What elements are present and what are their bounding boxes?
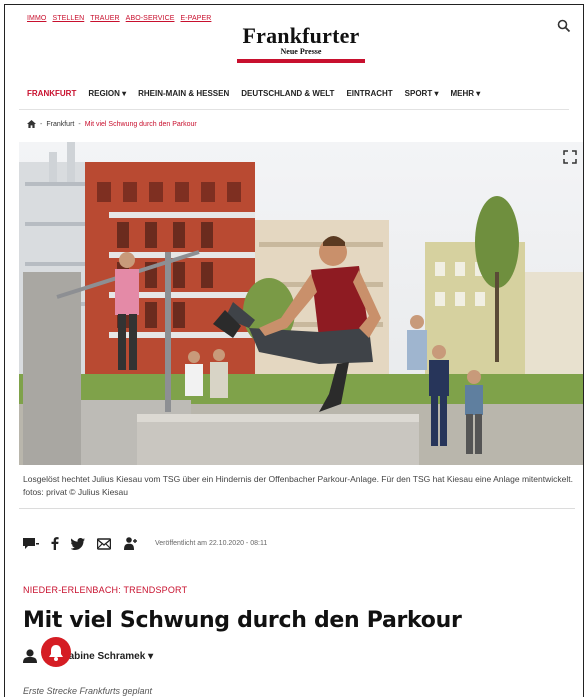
nav-item-mehr[interactable]: MEHR ▾ [450, 89, 480, 98]
header: IMMO STELLEN TRAUER ABO-SERVICE E-PAPER … [5, 5, 583, 77]
nav-divider [19, 109, 569, 110]
article-teaser: Erste Strecke Frankfurts geplant [23, 686, 153, 696]
page: IMMO STELLEN TRAUER ABO-SERVICE E-PAPER … [4, 4, 584, 697]
bell-icon [49, 645, 63, 661]
top-link-abo-service[interactable]: ABO-SERVICE [126, 15, 175, 22]
nav-item-frankfurt[interactable]: FRANKFURT [27, 89, 76, 98]
top-links: IMMO STELLEN TRAUER ABO-SERVICE E-PAPER [27, 15, 211, 22]
top-link-immo[interactable]: IMMO [27, 15, 46, 22]
logo-underline [237, 59, 365, 63]
facebook-icon[interactable] [51, 537, 59, 550]
site-logo[interactable]: Frankfurter Neue Presse [231, 25, 371, 63]
breadcrumb-current: Mit viel Schwung durch den Parkour [84, 120, 197, 128]
search-icon[interactable] [557, 19, 571, 33]
breadcrumb-separator: - [78, 120, 81, 128]
main-nav: FRANKFURT REGION ▾ RHEIN-MAIN & HESSEN D… [5, 81, 583, 105]
top-link-stellen[interactable]: STELLEN [52, 15, 84, 22]
article-kicker: NIEDER-ERLENBACH: TRENDSPORT [23, 585, 188, 595]
notification-bell-button[interactable] [41, 637, 71, 667]
logo-subtitle: Neue Presse [280, 47, 322, 56]
nav-item-eintracht[interactable]: EINTRACHT [346, 89, 392, 98]
comment-icon[interactable] [23, 537, 39, 550]
parkour-photo-illustration [19, 142, 583, 465]
nav-item-rhein-main-hessen[interactable]: RHEIN-MAIN & HESSEN [138, 89, 229, 98]
article-photo[interactable] [19, 142, 583, 465]
breadcrumb-separator: - [40, 120, 43, 128]
top-link-trauer[interactable]: TRAUER [90, 15, 119, 22]
share-bar: Veröffentlicht am 22.10.2020 - 08:11 [23, 537, 267, 550]
twitter-icon[interactable] [71, 537, 85, 550]
photo-caption: Losgelöst hechtet Julius Kiesau vom TSG … [23, 474, 573, 497]
published-date: Veröffentlicht am 22.10.2020 - 08:11 [155, 540, 268, 547]
author-avatar-icon [23, 649, 37, 663]
breadcrumb: - Frankfurt - Mit viel Schwung durch den… [27, 120, 197, 128]
person-icon[interactable] [123, 537, 137, 550]
article-headline: Mit viel Schwung durch den Parkour [23, 608, 462, 633]
home-icon[interactable] [27, 120, 36, 128]
top-link-e-paper[interactable]: E-PAPER [181, 15, 212, 22]
logo-title: Frankfurter [242, 23, 360, 48]
nav-item-region[interactable]: REGION ▾ [88, 89, 126, 98]
breadcrumb-frankfurt[interactable]: Frankfurt [46, 121, 74, 128]
email-icon[interactable] [97, 537, 111, 550]
nav-item-sport[interactable]: SPORT ▾ [405, 89, 439, 98]
expand-icon[interactable] [563, 150, 577, 164]
nav-item-deutschland-welt[interactable]: DEUTSCHLAND & WELT [241, 89, 334, 98]
caption-divider [19, 508, 575, 509]
